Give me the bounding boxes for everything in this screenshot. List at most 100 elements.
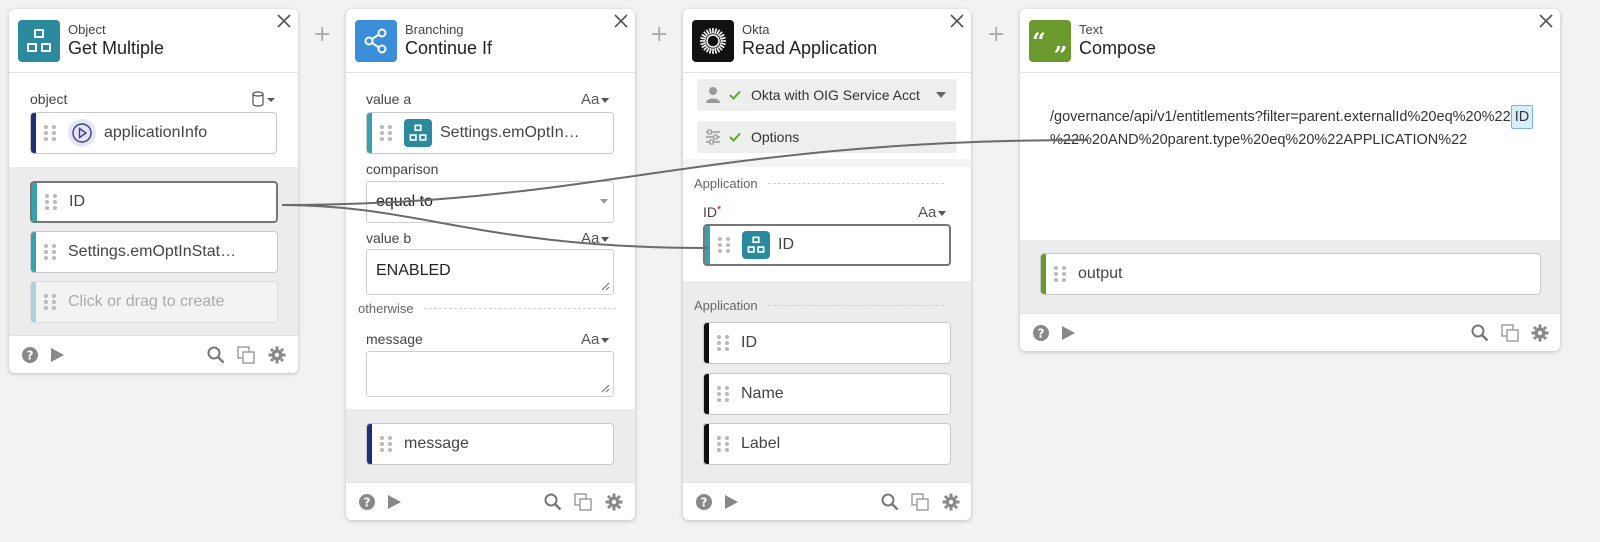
message-label: message (366, 331, 423, 347)
id-token[interactable]: ID (1510, 105, 1534, 129)
chevron-down-icon (936, 92, 946, 98)
create-output-placeholder[interactable]: Click or drag to create (30, 281, 278, 323)
copy-icon[interactable] (574, 493, 592, 511)
play-circle-icon (68, 119, 96, 147)
compose-text-start: /governance/api/v1/entitlements?filter=p… (1050, 109, 1511, 125)
input-section-bg (683, 159, 971, 167)
object-input[interactable]: applicationInfo (30, 112, 277, 154)
play-icon[interactable] (722, 493, 740, 511)
gear-icon[interactable] (942, 493, 960, 511)
drag-handle-icon[interactable] (717, 384, 735, 404)
play-icon[interactable] (1059, 324, 1077, 342)
help-icon[interactable]: ? (1032, 324, 1050, 342)
gear-icon[interactable] (268, 346, 286, 364)
card-header[interactable]: Branching Continue If (346, 9, 635, 73)
resize-handle-icon[interactable] (601, 384, 610, 393)
output-label[interactable]: Label (703, 423, 951, 465)
add-card-button[interactable]: + (650, 22, 668, 47)
text-type-dropdown[interactable]: Aa (581, 331, 609, 348)
close-icon[interactable] (613, 13, 629, 29)
play-icon[interactable] (48, 346, 66, 364)
drag-handle-icon[interactable] (44, 123, 62, 143)
text-type-dropdown[interactable]: Aa (581, 91, 609, 108)
drag-handle-icon[interactable] (717, 333, 735, 353)
card-header[interactable]: Okta Read Application (683, 9, 971, 73)
card-branching-continue-if: Branching Continue If value a Aa Setting… (346, 9, 635, 520)
copy-icon[interactable] (237, 346, 255, 364)
close-icon[interactable] (1538, 13, 1554, 29)
value-a-input[interactable]: Settings.emOptIn… (366, 112, 614, 154)
message-textarea[interactable] (366, 351, 614, 397)
id-field-label: ID* (703, 204, 721, 220)
value-b-textarea[interactable]: ENABLED (366, 249, 614, 295)
drag-handle-icon[interactable] (718, 235, 736, 255)
chevron-down-icon (600, 199, 608, 204)
card-title: Read Application (742, 38, 878, 58)
share-icon (355, 20, 397, 62)
application-output-section: Application (694, 298, 944, 313)
output-name[interactable]: Name (703, 373, 951, 415)
svg-text:?: ? (1038, 327, 1045, 341)
drag-handle-icon[interactable] (380, 123, 398, 143)
close-icon[interactable] (276, 13, 292, 29)
card-object-get-multiple: Object Get Multiple object applicationIn… (9, 9, 298, 373)
output-id[interactable]: ID (703, 322, 951, 364)
close-icon[interactable] (949, 13, 965, 29)
card-text-compose: “ „ Text Compose /governance/api/v1/enti… (1020, 9, 1560, 351)
copy-icon[interactable] (1501, 324, 1519, 342)
output-output[interactable]: output (1040, 253, 1541, 295)
comparison-select[interactable]: equal to (366, 181, 614, 223)
text-type-dropdown[interactable]: Aa (581, 230, 609, 247)
help-icon[interactable]: ? (21, 346, 39, 364)
options-button[interactable]: Options (697, 121, 956, 153)
card-header[interactable]: Object Get Multiple (9, 9, 298, 73)
quote-icon: “ „ (1029, 20, 1071, 62)
output-id[interactable]: ID (30, 181, 278, 223)
output-label: message (404, 435, 469, 452)
drag-handle-icon[interactable] (717, 434, 735, 454)
card-okta-read-application: Okta Read Application Okta with OIG Serv… (683, 9, 971, 520)
copy-icon[interactable] (911, 493, 929, 511)
output-message[interactable]: message (366, 423, 614, 465)
svg-text:?: ? (364, 496, 371, 510)
compose-text-area[interactable]: /governance/api/v1/entitlements?filter=p… (1050, 105, 1536, 151)
object-icon (404, 119, 432, 147)
output-label-text: Label (741, 435, 781, 452)
search-icon[interactable] (544, 493, 562, 511)
card-category: Object (68, 22, 106, 37)
add-card-button[interactable]: + (313, 22, 331, 47)
search-icon[interactable] (1471, 324, 1489, 342)
drag-handle-icon[interactable] (44, 242, 62, 262)
drag-handle-icon[interactable] (44, 292, 62, 312)
gear-icon[interactable] (1531, 324, 1549, 342)
search-icon[interactable] (881, 493, 899, 511)
output-label: ID (69, 193, 85, 210)
value-a-label: value a (366, 91, 412, 107)
compose-text-end: %22%20AND%20parent.type%20eq%20%22APPLIC… (1050, 132, 1468, 148)
value-b-text: ENABLED (376, 262, 451, 279)
output-label: Settings.emOptInStat… (68, 243, 237, 260)
text-type-dropdown[interactable]: Aa (918, 204, 946, 221)
help-icon[interactable]: ? (695, 493, 713, 511)
card-header[interactable]: “ „ Text Compose (1020, 9, 1560, 73)
card-footer: ? (1020, 313, 1560, 351)
required-mark: * (717, 204, 722, 216)
drag-handle-icon[interactable] (45, 192, 63, 212)
placeholder-text: Click or drag to create (68, 293, 225, 310)
id-input[interactable]: ID (703, 224, 951, 266)
drag-handle-icon[interactable] (1054, 264, 1072, 284)
connection-selector[interactable]: Okta with OIG Service Acct (697, 79, 956, 111)
drag-handle-icon[interactable] (380, 434, 398, 454)
play-icon[interactable] (385, 493, 403, 511)
database-icon[interactable] (252, 91, 276, 107)
output-settings[interactable]: Settings.emOptInStat… (30, 231, 278, 273)
gear-icon[interactable] (605, 493, 623, 511)
otherwise-section: otherwise (358, 301, 616, 316)
output-label: output (1078, 265, 1123, 282)
resize-handle-icon[interactable] (601, 282, 610, 291)
search-icon[interactable] (207, 346, 225, 364)
connection-name: Okta with OIG Service Acct (751, 87, 920, 103)
add-card-button[interactable]: + (987, 22, 1005, 47)
help-icon[interactable]: ? (358, 493, 376, 511)
section-label: Application (694, 298, 758, 313)
